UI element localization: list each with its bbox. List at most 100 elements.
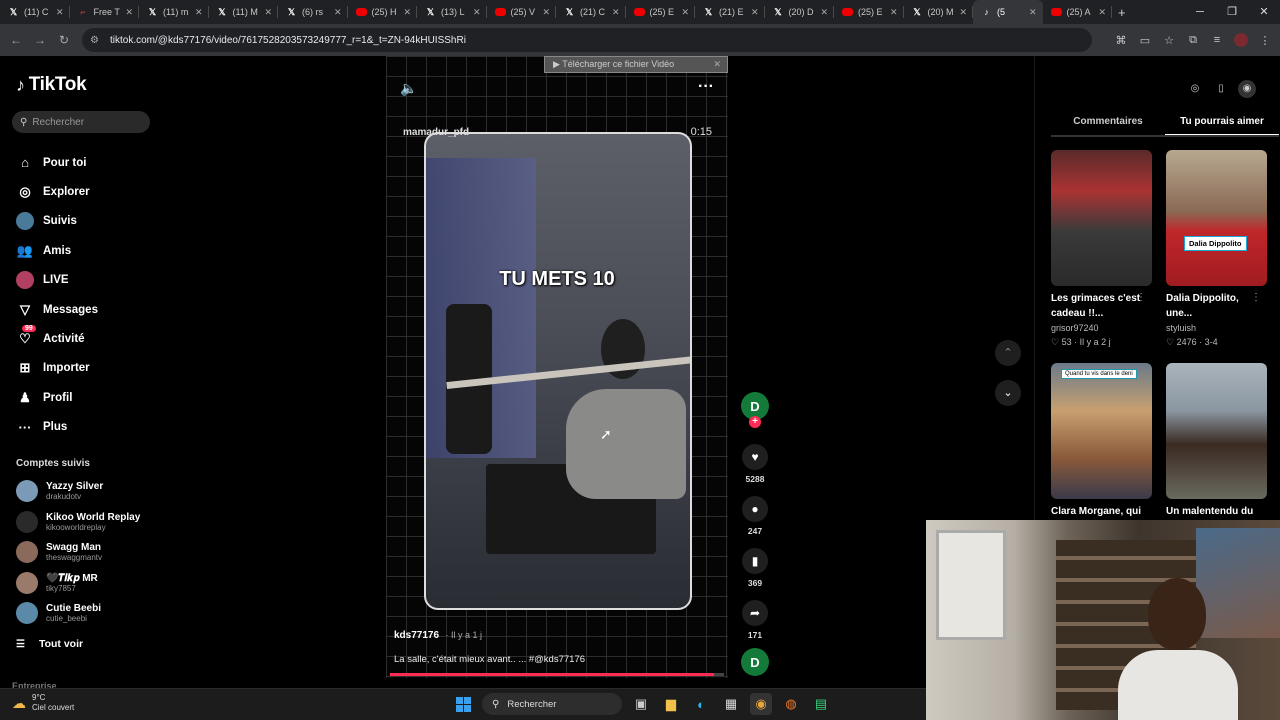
tab-close-icon[interactable]: ✕	[125, 7, 133, 18]
previous-video-icon[interactable]: ⌃	[995, 340, 1021, 366]
nav-item-live[interactable]: LIVE	[16, 266, 156, 295]
forward-icon[interactable]: →	[28, 33, 52, 47]
browser-profile-avatar[interactable]	[1234, 33, 1248, 47]
save-button[interactable]: ▮ 369	[740, 548, 770, 588]
browser-tab[interactable]: ⌐ Free T ✕	[70, 0, 139, 24]
followed-account[interactable]: 🖤𝑻𝒊𝒌𝒑 MR tiky7857	[16, 568, 156, 599]
nav-item-importer[interactable]: ⊞ Importer	[16, 354, 156, 383]
followed-account[interactable]: Yazzy Silver drakudotv	[16, 476, 156, 507]
bottom-avatar[interactable]: D	[740, 648, 770, 676]
device-icon[interactable]: ▯	[1212, 80, 1230, 98]
suggested-card[interactable]: Les grimaces c'est cadeau !!... grisor97…	[1051, 150, 1152, 349]
browser-tab[interactable]: 𝕏 (21) C ✕	[556, 0, 626, 24]
tab-comments[interactable]: Commentaires	[1051, 114, 1165, 136]
volume-icon[interactable]: 🔈	[400, 80, 417, 97]
tab-close-icon[interactable]: ✕	[890, 7, 898, 18]
nav-item-activit[interactable]: ♡ 99 Activité	[16, 324, 156, 353]
tab-close-icon[interactable]: ✕	[959, 7, 967, 18]
cast-icon[interactable]: ▭	[1138, 34, 1152, 47]
coins-icon[interactable]: ◎	[1186, 80, 1204, 98]
card-more-icon[interactable]: ⋮	[1251, 292, 1261, 303]
tab-close-icon[interactable]: ✕	[542, 7, 550, 18]
nav-item-suivis[interactable]: Suivis	[16, 207, 156, 236]
browser-tab[interactable]: 𝕏 (20) M ✕	[904, 0, 973, 24]
card-more-icon[interactable]: ⋮	[1136, 292, 1146, 303]
browser-tab[interactable]: 𝕏 (13) L ✕	[417, 0, 487, 24]
file-explorer-icon[interactable]: ▆	[660, 693, 682, 715]
followed-account[interactable]: Cutie Beebi cutie_beebi	[16, 598, 156, 629]
nav-item-profil[interactable]: ♟ Profil	[16, 383, 156, 412]
app-icon[interactable]: ▤	[810, 693, 832, 715]
browser-tab[interactable]: (25) H ✕	[348, 0, 417, 24]
tab-close-icon[interactable]: ✕	[473, 7, 481, 18]
edge-icon[interactable]: ◐	[690, 693, 712, 715]
download-video-bar[interactable]: ▶ Télécharger ce fichier Vidéo ✕	[544, 56, 728, 73]
like-button[interactable]: ♥ 5288	[740, 444, 770, 484]
video-progress-bar[interactable]	[390, 673, 724, 676]
maximize-icon[interactable]: ❐	[1216, 0, 1248, 24]
translate-icon[interactable]: ⌘	[1114, 34, 1128, 47]
browser-tab[interactable]: (25) V ✕	[487, 0, 556, 24]
tab-suggestions[interactable]: Tu pourrais aimer	[1165, 114, 1279, 136]
minimize-icon[interactable]: ─	[1184, 0, 1216, 24]
extensions-icon[interactable]: ⧉	[1186, 34, 1200, 47]
task-view-icon[interactable]: ▣	[630, 693, 652, 715]
tab-close-icon[interactable]: ✕	[1098, 7, 1106, 18]
close-window-icon[interactable]: ✕	[1248, 0, 1280, 24]
back-icon[interactable]: ←	[4, 33, 28, 47]
tab-close-icon[interactable]: ✕	[264, 7, 272, 18]
next-video-icon[interactable]: ⌄	[995, 380, 1021, 406]
tab-close-icon[interactable]: ✕	[681, 7, 689, 18]
more-options-icon[interactable]: ···	[698, 78, 714, 96]
browser-tab[interactable]: ♪ (5 ✕	[973, 0, 1043, 24]
windows-start-icon[interactable]	[452, 693, 474, 715]
browser-tab[interactable]: 𝕏 (21) E ✕	[695, 0, 765, 24]
tab-close-icon[interactable]: ✕	[195, 7, 203, 18]
tiktok-logo[interactable]: ♪ TikTok	[16, 74, 87, 96]
suggested-card[interactable]: Dalia Dippolito Dalia Dippolito, une... …	[1166, 150, 1267, 349]
browser-tab[interactable]: 𝕏 (6) rs ✕	[278, 0, 348, 24]
browser-tab[interactable]: 𝕏 (11) m ✕	[139, 0, 209, 24]
address-bar[interactable]: ⚙ tiktok.com/@kds77176/video/76175282035…	[82, 28, 1092, 52]
browser-tab[interactable]: 𝕏 (11) C ✕	[0, 0, 70, 24]
profile-switch-icon[interactable]: ≡	[1210, 34, 1224, 46]
tab-close-icon[interactable]: ✕	[751, 7, 759, 18]
video-player[interactable]: TU METS 10 ▶ Télécharger ce fichier Vidé…	[386, 56, 728, 678]
share-button[interactable]: ➦ 171	[740, 600, 770, 640]
browser-tab[interactable]: (25) E ✕	[626, 0, 695, 24]
download-close-icon[interactable]: ✕	[713, 59, 721, 70]
reload-icon[interactable]: ↻	[52, 33, 76, 47]
nav-item-pourtoi[interactable]: ⌂ Pour toi	[16, 148, 156, 177]
tab-close-icon[interactable]: ✕	[612, 7, 620, 18]
firefox-icon[interactable]: ◍	[780, 693, 802, 715]
suggested-card[interactable]: Quand tu vis dans le deni Clara Morgane,…	[1051, 363, 1152, 519]
tab-close-icon[interactable]: ✕	[820, 7, 828, 18]
user-avatar[interactable]: ◉	[1238, 80, 1256, 98]
bookmark-star-icon[interactable]: ☆	[1162, 34, 1176, 47]
browser-tab[interactable]: 𝕏 (20) D ✕	[765, 0, 834, 24]
suggested-card[interactable]: Un malentendu du	[1166, 363, 1267, 519]
nav-item-explorer[interactable]: ◎ Explorer	[16, 177, 156, 206]
nav-item-amis[interactable]: 👥 Amis	[16, 236, 156, 265]
tab-close-icon[interactable]: ✕	[56, 7, 64, 18]
browser-tab[interactable]: (25) E ✕	[834, 0, 904, 24]
see-all-link[interactable]: ☰ Tout voir	[16, 638, 83, 650]
followed-account[interactable]: Swagg Man theswaggmantv	[16, 537, 156, 568]
site-info-icon[interactable]: ⚙	[90, 35, 104, 46]
browser-menu-icon[interactable]: ⋮	[1258, 34, 1272, 47]
nav-item-messages[interactable]: ▽ Messages	[16, 295, 156, 324]
browser-tab[interactable]: (25) A ✕	[1043, 0, 1112, 24]
new-tab-icon[interactable]: +	[1118, 5, 1126, 20]
chrome-icon[interactable]: ◉	[750, 693, 772, 715]
tab-close-icon[interactable]: ✕	[334, 7, 342, 18]
browser-tab[interactable]: 𝕏 (11) M ✕	[209, 0, 278, 24]
weather-widget[interactable]: ☁ 9°C Ciel couvert	[12, 693, 74, 713]
search-input[interactable]: ⚲ Rechercher	[12, 111, 150, 133]
follow-plus-icon[interactable]: +	[749, 416, 761, 428]
tab-close-icon[interactable]: ✕	[403, 7, 411, 18]
taskbar-search[interactable]: ⚲ Rechercher	[482, 693, 622, 715]
comment-button[interactable]: ● 247	[740, 496, 770, 536]
store-icon[interactable]: ▦	[720, 693, 742, 715]
nav-item-plus[interactable]: ··· Plus	[16, 413, 156, 442]
tab-close-icon[interactable]: ✕	[1029, 7, 1037, 18]
